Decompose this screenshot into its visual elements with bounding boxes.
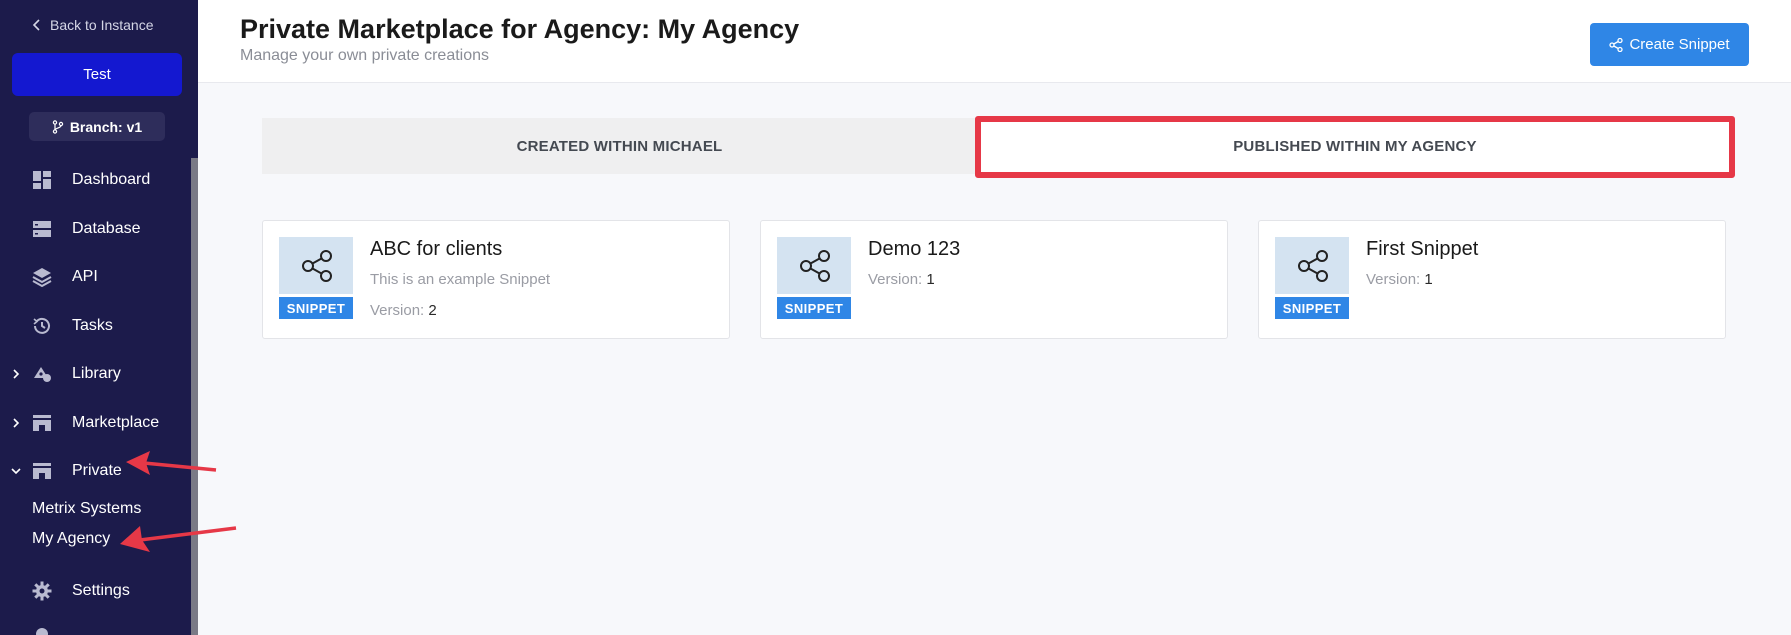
sidebar-item-label: Tasks (72, 317, 113, 334)
sidebar-item-label: Settings (72, 582, 130, 599)
page-title: Private Marketplace for Agency: My Agenc… (240, 14, 800, 44)
snippet-title: ABC for clients (370, 238, 503, 260)
back-to-instance-link[interactable]: Back to Instance (32, 17, 154, 33)
share-icon (1609, 37, 1624, 52)
store-icon (33, 463, 51, 479)
gear-icon (32, 581, 52, 601)
chevron-down-icon (11, 468, 21, 475)
sidebar-item-database[interactable]: Database (0, 207, 190, 251)
tab-published-within-my-agency[interactable]: PUBLISHED WITHIN MY AGENCY (977, 118, 1733, 174)
create-snippet-button[interactable]: Create Snippet (1590, 23, 1749, 66)
snippet-badge: SNIPPET (279, 297, 353, 319)
share-icon (302, 250, 332, 282)
chevron-right-icon (13, 369, 20, 379)
sidebar-item-label: Library (72, 365, 121, 382)
snippet-thumbnail (279, 237, 353, 294)
version-value: 1 (926, 271, 935, 288)
branch-label: Branch: v1 (69, 118, 143, 135)
sidebar-subitem-my-agency[interactable]: My Agency (32, 530, 110, 548)
instance-label: Test (83, 66, 111, 83)
chevron-left-icon (32, 19, 40, 31)
sidebar-subitem-metrix-systems[interactable]: Metrix Systems (32, 500, 141, 518)
snippet-thumbnail (777, 237, 851, 294)
dashboard-icon (33, 171, 51, 189)
snippet-version: Version: 1 (868, 271, 935, 288)
sidebar-item-label: Private (72, 462, 122, 479)
snippet-description: This is an example Snippet (370, 271, 551, 288)
page-subtitle: Manage your own private creations (240, 47, 490, 64)
sidebar-item-label: Database (72, 220, 141, 237)
snippet-title: Demo 123 (868, 238, 961, 260)
sidebar-item-label: Dashboard (72, 171, 151, 188)
version-value: 1 (1424, 271, 1433, 288)
create-snippet-label: Create Snippet (1629, 36, 1730, 53)
share-icon (800, 250, 830, 282)
instance-button[interactable]: Test (12, 53, 182, 96)
sidebar-item-label: Marketplace (72, 414, 160, 431)
database-icon (33, 221, 51, 237)
branch-selector[interactable]: Branch: v1 (29, 112, 165, 141)
history-icon (33, 317, 50, 334)
sidebar-item-settings[interactable]: Settings (0, 569, 190, 613)
sidebar-item-tasks[interactable]: Tasks (0, 304, 190, 348)
snippet-badge: SNIPPET (1275, 297, 1349, 319)
sidebar-partial-item (36, 628, 48, 635)
library-icon (34, 367, 51, 382)
sidebar-item-dashboard[interactable]: Dashboard (0, 158, 190, 202)
version-label: Version: (868, 271, 923, 288)
sidebar-item-marketplace[interactable]: Marketplace (0, 401, 190, 445)
version-label: Version: (1366, 271, 1421, 288)
sidebar-item-private[interactable]: Private (0, 449, 190, 493)
sidebar: Back to Instance Test Branch: v1 Dashboa… (0, 0, 198, 635)
snippet-version: Version: 2 (370, 302, 437, 319)
share-icon (1298, 250, 1328, 282)
chevron-right-icon (13, 418, 20, 428)
version-label: Version: (370, 302, 425, 319)
tab-created-within-michael[interactable]: CREATED WITHIN MICHAEL (262, 118, 977, 174)
sidebar-item-api[interactable]: API (0, 255, 190, 299)
sidebar-scrollbar[interactable] (191, 158, 198, 635)
snippet-title: First Snippet (1366, 238, 1479, 260)
tab-bar: CREATED WITHIN MICHAEL PUBLISHED WITHIN … (262, 118, 1733, 174)
page-header: Private Marketplace for Agency: My Agenc… (198, 0, 1791, 83)
back-to-instance-label: Back to Instance (50, 17, 154, 33)
snippet-card[interactable]: SNIPPET First Snippet Version: 1 (1258, 220, 1726, 339)
git-branch-icon (52, 119, 64, 134)
sidebar-item-library[interactable]: Library (0, 352, 190, 396)
version-value: 2 (428, 302, 437, 319)
store-icon (33, 415, 51, 431)
sidebar-item-label: API (72, 268, 98, 285)
snippet-card[interactable]: SNIPPET ABC for clients This is an examp… (262, 220, 730, 339)
api-icon (32, 268, 52, 287)
snippet-version: Version: 1 (1366, 271, 1433, 288)
snippet-thumbnail (1275, 237, 1349, 294)
snippet-card[interactable]: SNIPPET Demo 123 Version: 1 (760, 220, 1228, 339)
snippet-badge: SNIPPET (777, 297, 851, 319)
